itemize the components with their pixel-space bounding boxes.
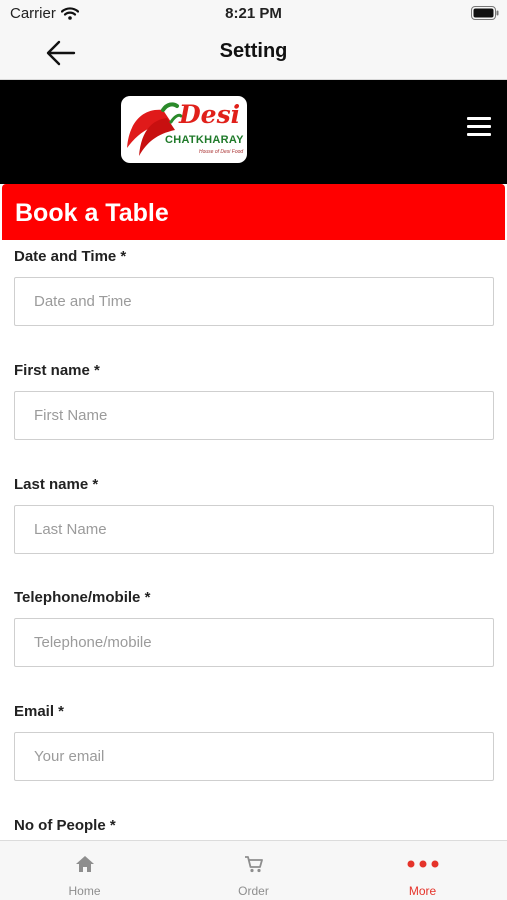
- cart-icon: [169, 855, 338, 873]
- form-title: Book a Table: [15, 199, 169, 227]
- chili-icon: [127, 102, 183, 156]
- tab-more[interactable]: More: [338, 841, 507, 900]
- email-input[interactable]: [14, 732, 494, 781]
- last-name-input[interactable]: [14, 505, 494, 554]
- battery-icon: [471, 6, 499, 24]
- tab-order[interactable]: Order: [169, 841, 338, 900]
- menu-button[interactable]: [467, 117, 491, 137]
- last-name-field-group: Last name *: [14, 476, 494, 554]
- status-bar: Carrier 8:21 PM: [0, 0, 507, 28]
- people-count-field-group: No of People *: [14, 817, 494, 837]
- more-icon: [338, 855, 507, 873]
- first-name-input[interactable]: [14, 391, 494, 440]
- tab-order-label: Order: [238, 884, 269, 898]
- tab-home-label: Home: [68, 884, 101, 898]
- home-icon: [0, 855, 169, 873]
- site-header: Desi CHATKHARAY House of Desi Food: [0, 80, 507, 184]
- email-label: Email *: [14, 703, 65, 720]
- book-table-form: Book a Table Date and Time * First name …: [2, 184, 505, 840]
- tab-more-label: More: [408, 884, 437, 898]
- brand-tagline: House of Desi Food: [199, 149, 244, 155]
- navigation-bar: Setting: [0, 28, 507, 80]
- email-field-group: Email *: [14, 703, 494, 781]
- first-name-label: First name *: [14, 362, 100, 379]
- first-name-field-group: First name *: [14, 362, 494, 440]
- date-time-field-group: Date and Time *: [14, 248, 494, 326]
- telephone-label: Telephone/mobile *: [14, 589, 151, 606]
- form-header: Book a Table: [2, 184, 505, 240]
- date-time-input[interactable]: [14, 277, 494, 326]
- tab-bar: Home Order More: [0, 840, 507, 900]
- hamburger-icon: [467, 117, 491, 136]
- page-title: Setting: [219, 40, 288, 62]
- brand-logo[interactable]: Desi CHATKHARAY House of Desi Food: [121, 96, 247, 163]
- date-time-label: Date and Time *: [14, 248, 127, 265]
- telephone-input[interactable]: [14, 618, 494, 667]
- brand-name: Desi: [179, 100, 241, 129]
- people-count-label: No of People *: [14, 817, 116, 834]
- telephone-field-group: Telephone/mobile *: [14, 589, 494, 667]
- brand-subtitle: CHATKHARAY: [165, 134, 244, 146]
- last-name-label: Last name *: [14, 476, 99, 493]
- tab-home[interactable]: Home: [0, 841, 169, 900]
- status-time: 8:21 PM: [225, 5, 282, 22]
